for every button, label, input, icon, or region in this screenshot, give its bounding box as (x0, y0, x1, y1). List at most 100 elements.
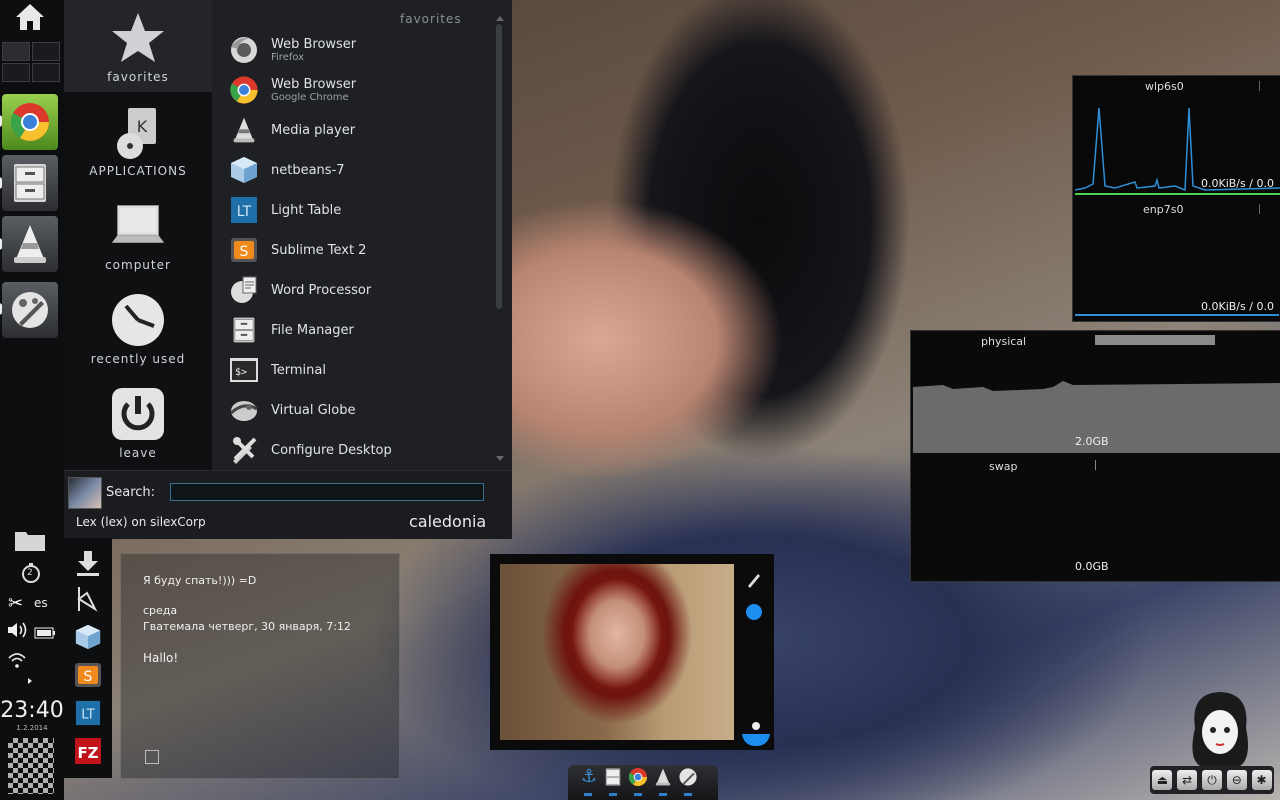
download-icon[interactable] (72, 548, 104, 578)
timer-badge: 2 (27, 568, 33, 578)
picture-edit-icon[interactable] (746, 570, 762, 588)
taskbar-reflection (584, 793, 702, 796)
lock-screen-icon[interactable]: ⏏ (1152, 770, 1173, 790)
desktop-4[interactable] (32, 63, 60, 82)
app-subtitle: Google Chrome (271, 91, 349, 103)
sublime-icon[interactable]: S (72, 660, 104, 690)
user-avatar[interactable] (68, 477, 102, 509)
netbeans-icon[interactable] (72, 622, 104, 652)
category-recently-used[interactable]: recently used (64, 282, 212, 374)
search-input[interactable] (170, 483, 484, 501)
minus-icon[interactable]: ⊖ (1226, 770, 1247, 790)
svg-text:S: S (240, 244, 249, 260)
memory-monitor-widget[interactable]: physical 2.0GB swap 0.0GB (910, 330, 1280, 582)
app-name: Configure Desktop (271, 442, 392, 458)
sticky-note-widget[interactable]: Я буду спать!))) =D среда Гватемала четв… (120, 553, 400, 779)
clock-icon (110, 292, 166, 348)
switch-user-icon[interactable]: ⇄ (1177, 770, 1198, 790)
battery-icon[interactable] (34, 624, 56, 639)
app-light-table[interactable]: LT Light Table (228, 190, 493, 230)
launcher-categories: favorites K APPLICATIONS computer recent… (64, 0, 212, 470)
category-favorites[interactable]: favorites (64, 0, 212, 92)
filezilla-icon[interactable]: FZ (72, 736, 104, 766)
app-word-processor[interactable]: Word Processor (228, 270, 493, 310)
category-leave[interactable]: leave (64, 376, 212, 468)
svg-text:S: S (84, 669, 93, 685)
file-manager-icon[interactable] (604, 767, 624, 787)
paint-tools-icon[interactable] (678, 767, 698, 787)
app-sublime[interactable]: S Sublime Text 2 (228, 230, 493, 270)
desktop-3[interactable] (2, 63, 30, 82)
power-icon[interactable]: ⏻ (1201, 770, 1222, 790)
checker-logo-icon[interactable] (8, 738, 54, 794)
settings-icon[interactable]: ✱ (1251, 770, 1272, 790)
app-terminal[interactable]: $> Terminal (228, 350, 493, 390)
section-title: favorites (400, 12, 462, 26)
folder-icon[interactable] (14, 528, 46, 552)
app-chrome[interactable]: Web Browser Google Chrome (228, 70, 493, 110)
anchor-icon[interactable]: ⚓ (578, 767, 600, 787)
virtual-desktop-pager[interactable] (2, 42, 60, 82)
wifi-icon[interactable] (8, 652, 26, 668)
iface2-graph (1075, 314, 1279, 316)
app-firefox[interactable]: Web Browser Firefox (228, 30, 493, 70)
app-name: File Manager (271, 322, 354, 338)
scrollbar-thumb[interactable] (496, 24, 502, 309)
category-applications[interactable]: K APPLICATIONS (64, 94, 212, 186)
app-virtual-globe[interactable]: Virtual Globe (228, 390, 493, 430)
firefox-icon (228, 34, 260, 66)
lighttable-icon[interactable]: LT (72, 698, 104, 728)
scroll-down-icon[interactable] (496, 456, 504, 461)
timer-icon[interactable]: 2 (20, 562, 42, 584)
search-label: Search: (106, 485, 156, 500)
home-icon[interactable] (14, 2, 46, 32)
keyboard-layout[interactable]: es (34, 596, 48, 610)
picture-frame-photo (500, 564, 734, 740)
app-netbeans[interactable]: netbeans-7 (228, 150, 493, 190)
clock-date: 1.2.2014 (16, 724, 48, 732)
menu-scrollbar[interactable] (494, 16, 504, 466)
app-name: Word Processor (271, 282, 372, 298)
clock-time[interactable]: 23:40 (0, 698, 64, 723)
quick-launch-strip: S LT FZ (64, 538, 112, 778)
app-file-manager[interactable]: File Manager (228, 310, 493, 350)
dock-chrome-button[interactable] (2, 94, 58, 150)
desktop-2[interactable] (32, 42, 60, 61)
app-name: Light Table (271, 202, 342, 218)
star-icon (110, 10, 166, 66)
word-processor-icon (228, 274, 260, 306)
volume-icon[interactable] (6, 620, 30, 640)
category-label: favorites (107, 70, 169, 84)
picture-color-dot[interactable] (746, 604, 762, 620)
app-configure-desktop[interactable]: Configure Desktop (228, 430, 493, 470)
tray-expand-icon[interactable] (28, 678, 32, 684)
vlc-icon[interactable] (654, 767, 674, 787)
dock-media-player-button[interactable] (2, 216, 58, 272)
category-label: APPLICATIONS (89, 164, 187, 178)
computer-icon (110, 198, 166, 254)
vector-pen-icon[interactable] (72, 584, 104, 614)
note-line-1: Я буду спать!))) =D (143, 574, 257, 587)
network-monitor-widget[interactable]: wlp6s0 0.0KiB/s / 0.0 enp7s0 0.0KiB/s / … (1072, 75, 1280, 322)
scissors-icon[interactable]: ✂ (8, 594, 28, 614)
app-media-player[interactable]: Media player (228, 110, 493, 150)
app-name: Web Browser (271, 36, 357, 52)
note-resize-icon[interactable] (145, 750, 159, 764)
app-name: Media player (271, 122, 356, 138)
dock-file-manager-button[interactable] (2, 155, 58, 211)
vlc-icon (228, 114, 260, 146)
dock-configure-button[interactable] (2, 282, 58, 338)
desktop-1[interactable] (2, 42, 30, 61)
iface1-rate: 0.0KiB/s / 0.0 (1201, 177, 1274, 190)
scroll-up-icon[interactable] (496, 16, 504, 21)
category-computer[interactable]: computer (64, 188, 212, 280)
iface2-label: enp7s0 (1143, 203, 1184, 216)
file-manager-icon (228, 314, 260, 346)
chrome-icon[interactable] (628, 767, 648, 787)
user-info: Lex (lex) on silexCorp (76, 515, 206, 529)
swap-value: 0.0GB (1075, 560, 1109, 573)
app-name: Terminal (271, 362, 326, 378)
category-label: recently used (90, 352, 186, 366)
category-label: computer (105, 258, 171, 272)
anime-girl-widget-icon (1180, 688, 1260, 768)
